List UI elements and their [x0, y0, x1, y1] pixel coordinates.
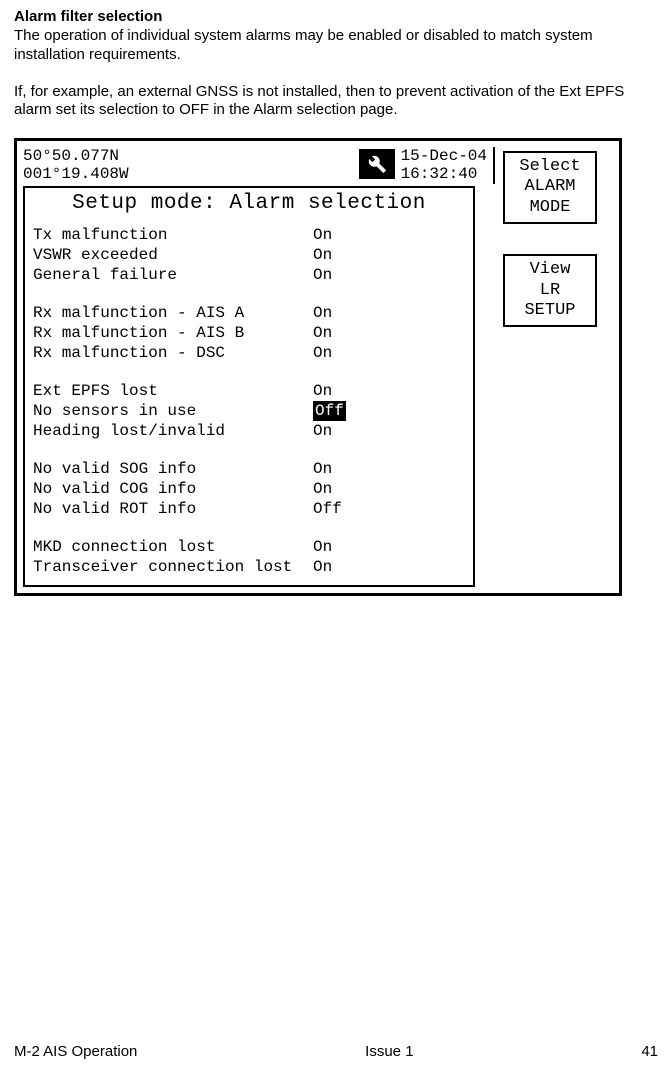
alarm-value[interactable]: On — [313, 245, 332, 265]
alarm-value[interactable]: Off — [313, 499, 342, 519]
alarm-label: Ext EPFS lost — [33, 381, 313, 401]
section-heading: Alarm filter selection — [14, 8, 658, 25]
alarm-row: Rx malfunction - AIS AOn — [33, 303, 465, 323]
alarm-row: Transceiver connection lostOn — [33, 557, 465, 577]
alarm-label: Rx malfunction - DSC — [33, 343, 313, 363]
footer-center: Issue 1 — [365, 1043, 413, 1060]
alarm-value[interactable]: On — [313, 459, 332, 479]
alarm-label: General failure — [33, 265, 313, 285]
softkey-line: Select — [507, 157, 593, 177]
alarm-row: No valid SOG infoOn — [33, 459, 465, 479]
alarm-label: Heading lost/invalid — [33, 421, 313, 441]
alarm-value[interactable]: On — [313, 225, 332, 245]
softkey-select-alarm-mode[interactable]: Select ALARM MODE — [503, 151, 597, 224]
alarm-row: Rx malfunction - DSCOn — [33, 343, 465, 363]
wrench-icon — [359, 149, 395, 179]
paragraph-2: If, for example, an external GNSS is not… — [14, 83, 658, 121]
datetime-readout: 15-Dec-04 16:32:40 — [401, 147, 495, 184]
alarm-value[interactable]: On — [313, 265, 332, 285]
softkey-line: LR — [507, 281, 593, 301]
alarm-selection-panel: Setup mode: Alarm selection Tx malfuncti… — [23, 186, 475, 587]
alarm-value[interactable]: On — [313, 557, 332, 577]
footer-right: 41 — [641, 1043, 658, 1060]
alarm-label: No valid COG info — [33, 479, 313, 499]
softkey-line: MODE — [507, 198, 593, 218]
alarm-row: Rx malfunction - AIS BOn — [33, 323, 465, 343]
softkey-line: SETUP — [507, 301, 593, 321]
alarm-value[interactable]: On — [313, 323, 332, 343]
alarm-label: No sensors in use — [33, 401, 313, 421]
alarm-row: General failureOn — [33, 265, 465, 285]
alarm-value[interactable]: On — [313, 479, 332, 499]
longitude: 001°19.408W — [23, 165, 129, 183]
date: 15-Dec-04 — [401, 147, 487, 165]
alarm-row: No valid COG infoOn — [33, 479, 465, 499]
alarm-label: Rx malfunction - AIS A — [33, 303, 313, 323]
latitude: 50°50.077N — [23, 147, 119, 165]
softkey-line: ALARM — [507, 177, 593, 197]
alarm-label: VSWR exceeded — [33, 245, 313, 265]
page-footer: M-2 AIS Operation Issue 1 41 — [14, 1043, 658, 1060]
alarm-row: No valid ROT infoOff — [33, 499, 465, 519]
alarm-value[interactable]: On — [313, 537, 332, 557]
device-screenshot: 50°50.077N 001°19.408W 15-Dec-04 16:32:4… — [14, 138, 622, 596]
alarm-label: Transceiver connection lost — [33, 557, 313, 577]
alarm-label: Rx malfunction - AIS B — [33, 323, 313, 343]
alarm-label: No valid ROT info — [33, 499, 313, 519]
alarm-row: Tx malfunctionOn — [33, 225, 465, 245]
alarm-value[interactable]: On — [313, 343, 332, 363]
alarm-value[interactable]: On — [313, 421, 332, 441]
alarm-value[interactable]: On — [313, 381, 332, 401]
position-readout: 50°50.077N 001°19.408W — [23, 147, 353, 184]
softkey-view-lr-setup[interactable]: View LR SETUP — [503, 254, 597, 327]
alarm-value-selected[interactable]: Off — [313, 401, 346, 421]
alarm-row: Ext EPFS lostOn — [33, 381, 465, 401]
alarm-row: Heading lost/invalidOn — [33, 421, 465, 441]
alarm-label: MKD connection lost — [33, 537, 313, 557]
time: 16:32:40 — [401, 165, 478, 183]
footer-left: M-2 AIS Operation — [14, 1043, 137, 1060]
paragraph-1: The operation of individual system alarm… — [14, 27, 658, 65]
alarm-label: Tx malfunction — [33, 225, 313, 245]
panel-title: Setup mode: Alarm selection — [33, 192, 465, 215]
alarm-row: VSWR exceededOn — [33, 245, 465, 265]
alarm-label: No valid SOG info — [33, 459, 313, 479]
alarm-row: No sensors in useOff — [33, 401, 465, 421]
softkey-line: View — [507, 260, 593, 280]
alarm-row: MKD connection lostOn — [33, 537, 465, 557]
alarm-value[interactable]: On — [313, 303, 332, 323]
